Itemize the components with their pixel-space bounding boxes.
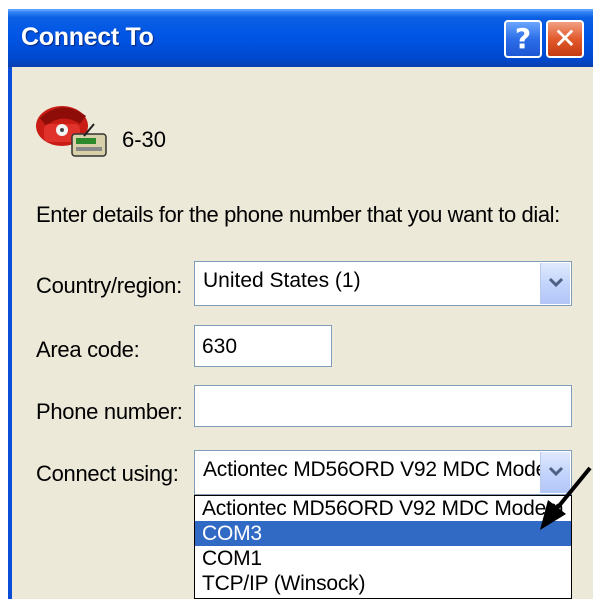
connect-using-label: Connect using: [36,461,179,486]
connect-using-dropdown-list: Actiontec MD56ORD V92 MDC Modem COM3 COM… [194,495,572,599]
window-title: Connect To [21,23,154,51]
dropdown-option[interactable]: TCP/IP (Winsock) [195,571,571,596]
chevron-down-icon [548,277,564,288]
window-border [8,67,12,599]
country-dropdown-button[interactable] [540,263,570,304]
connect-to-dialog: Connect To ? ✕ 6-30 Enter details for th… [8,9,593,599]
country-region-select[interactable]: United States (1) [194,261,572,306]
phone-modem-icon [36,106,107,157]
chevron-down-icon [548,466,564,477]
dropdown-option[interactable]: Actiontec MD56ORD V92 MDC Modem [195,496,571,521]
connect-dropdown-button[interactable] [540,452,570,493]
help-button[interactable]: ? [504,20,542,58]
phone-number-label: Phone number: [36,399,183,424]
area-code-label: Area code: [36,337,140,362]
dropdown-option-selected[interactable]: COM3 [195,521,571,546]
connect-using-select[interactable]: Actiontec MD56ORD V92 MDC Modem [194,450,572,495]
phone-number-input[interactable] [194,385,572,427]
title-bar[interactable]: Connect To ? ✕ [8,9,593,67]
connect-using-value: Actiontec MD56ORD V92 MDC Modem [203,458,565,481]
dropdown-option[interactable]: COM1 [195,546,571,571]
area-code-input[interactable]: 630 [194,325,332,367]
close-button[interactable]: ✕ [546,20,584,58]
connection-name: 6-30 [122,127,167,152]
country-region-label: Country/region: [36,273,182,298]
country-region-value: United States (1) [203,269,361,292]
instructions-text: Enter details for the phone number that … [36,202,560,227]
